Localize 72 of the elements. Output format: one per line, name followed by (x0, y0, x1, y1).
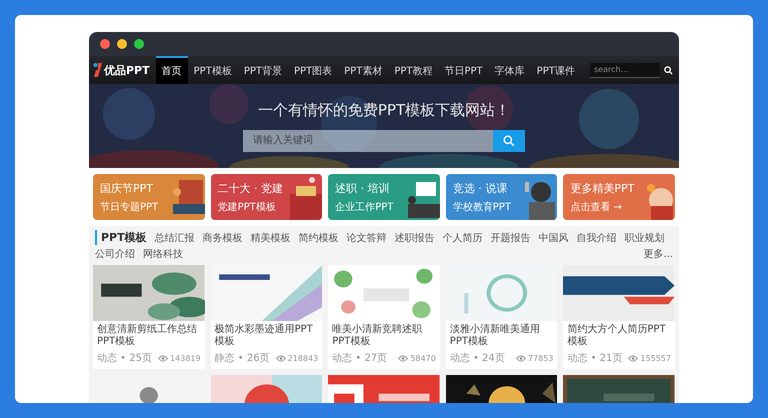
template-title: 唯美小清新竞聘述职PPT模板 (331, 322, 424, 349)
section-title: PPT模板 (95, 230, 147, 245)
nav-tab[interactable]: PPT素材 (338, 56, 388, 84)
category-title: 述职 · 培训 (335, 180, 391, 196)
eye-icon (628, 354, 638, 362)
nav-tab[interactable]: PPT图表 (288, 56, 338, 84)
template-title: 创意清新剪纸工作总结PPT模板 (96, 322, 198, 349)
view-count: 77853 (528, 354, 554, 362)
category-title: 更多精美PPT (570, 180, 636, 196)
category-subtitle: 企业工作PPT (335, 200, 394, 214)
more-link[interactable]: 更多... (643, 247, 673, 261)
category-title: 竞选 · 说课 (452, 180, 508, 196)
window-maximize-button[interactable] (134, 39, 144, 49)
category-link[interactable]: 商务模板 (202, 230, 243, 244)
category-link[interactable]: 个人简历 (442, 230, 483, 244)
eye-icon (276, 354, 286, 362)
category-subtitle: 党建PPT模板 (218, 200, 277, 214)
template-card[interactable]: 极简水彩墨迹通用PPT模板 静态 • 26页 218843 (210, 265, 322, 369)
window-close-button[interactable] (100, 39, 110, 49)
template-title: 极简水彩墨迹通用PPT模板 (214, 322, 314, 349)
template-card[interactable]: 唯美小清新竞聘述职PPT模板 动态 • 27页 58470 (328, 265, 440, 369)
banner-headline: 一个有情怀的免费PPT模板下载网站！ (258, 100, 510, 120)
nav-tab[interactable]: PPT模板 (188, 56, 238, 84)
category-subtitle: 节日专题PPT (100, 200, 160, 214)
template-title: 淡雅小清新唯美通用PPT模板 (448, 322, 541, 349)
category-subtitle: 学校教育PPT (452, 200, 512, 214)
eye-icon (398, 354, 408, 362)
eye-icon (516, 354, 526, 362)
category-link[interactable]: 自我介绍 (576, 230, 617, 244)
view-count: 218843 (288, 354, 318, 362)
eye-icon (158, 354, 168, 362)
site-logo[interactable]: 优品PPT (104, 62, 150, 78)
category-link[interactable]: 论文答辩 (346, 230, 387, 244)
template-info: 动态 • 25页 (97, 352, 152, 365)
category-link[interactable]: 开题报告 (490, 230, 531, 244)
template-card[interactable]: 简约大方个人简历PPT模板 动态 • 21页 155557 (563, 265, 675, 369)
category-subtitle: 点击查看 → (570, 200, 623, 214)
search-button[interactable] (493, 130, 525, 152)
search-field[interactable]: search... (590, 62, 660, 78)
view-count: 58470 (410, 354, 436, 362)
category-card[interactable]: 竞选 · 说课 学校教育PPT (446, 174, 558, 220)
template-info: 静态 • 26页 (214, 352, 270, 365)
template-info: 动态 • 27页 (332, 352, 388, 365)
nav-tab[interactable]: PPT背景 (238, 56, 288, 84)
nav-tab[interactable]: 字体库 (488, 56, 531, 84)
category-link[interactable]: 中国风 (538, 230, 569, 244)
category-link[interactable]: 精美模板 (250, 230, 291, 244)
category-link[interactable]: 网络科技 (143, 247, 183, 261)
category-title: 国庆节PPT (100, 180, 154, 196)
category-link[interactable]: 职业规划 (624, 230, 665, 244)
category-link[interactable]: 总结汇报 (154, 230, 195, 244)
template-card[interactable]: 淡雅小清新唯美通用PPT模板 动态 • 24页 77853 (446, 265, 558, 369)
keyword-search-field[interactable]: 请输入关键词 (243, 130, 493, 152)
view-count: 155557 (640, 354, 671, 362)
search-icon[interactable] (664, 66, 673, 74)
search-icon (503, 134, 515, 146)
template-info: 动态 • 24页 (450, 352, 505, 365)
category-card[interactable]: 二十大 · 党建 党建PPT模板 (210, 174, 322, 220)
category-title: 二十大 · 党建 (218, 180, 284, 196)
category-link[interactable]: 述职报告 (394, 230, 435, 244)
window-minimize-button[interactable] (117, 39, 127, 49)
nav-tab[interactable]: PPT教程 (388, 56, 438, 84)
nav-tab[interactable]: 节日PPT (438, 56, 489, 84)
template-title: 简约大方个人简历PPT模板 (566, 322, 667, 349)
template-card[interactable]: 创意清新剪纸工作总结PPT模板 动态 • 25页 143819 (93, 265, 205, 369)
template-info: 动态 • 21页 (567, 352, 622, 365)
logo-icon (93, 62, 103, 78)
category-link[interactable]: 公司介绍 (95, 247, 135, 261)
nav-tab[interactable]: PPT课件 (530, 56, 581, 84)
nav-tab[interactable]: 首页 (156, 56, 188, 84)
category-link[interactable]: 简约模板 (298, 230, 339, 244)
view-count: 143819 (170, 354, 201, 362)
